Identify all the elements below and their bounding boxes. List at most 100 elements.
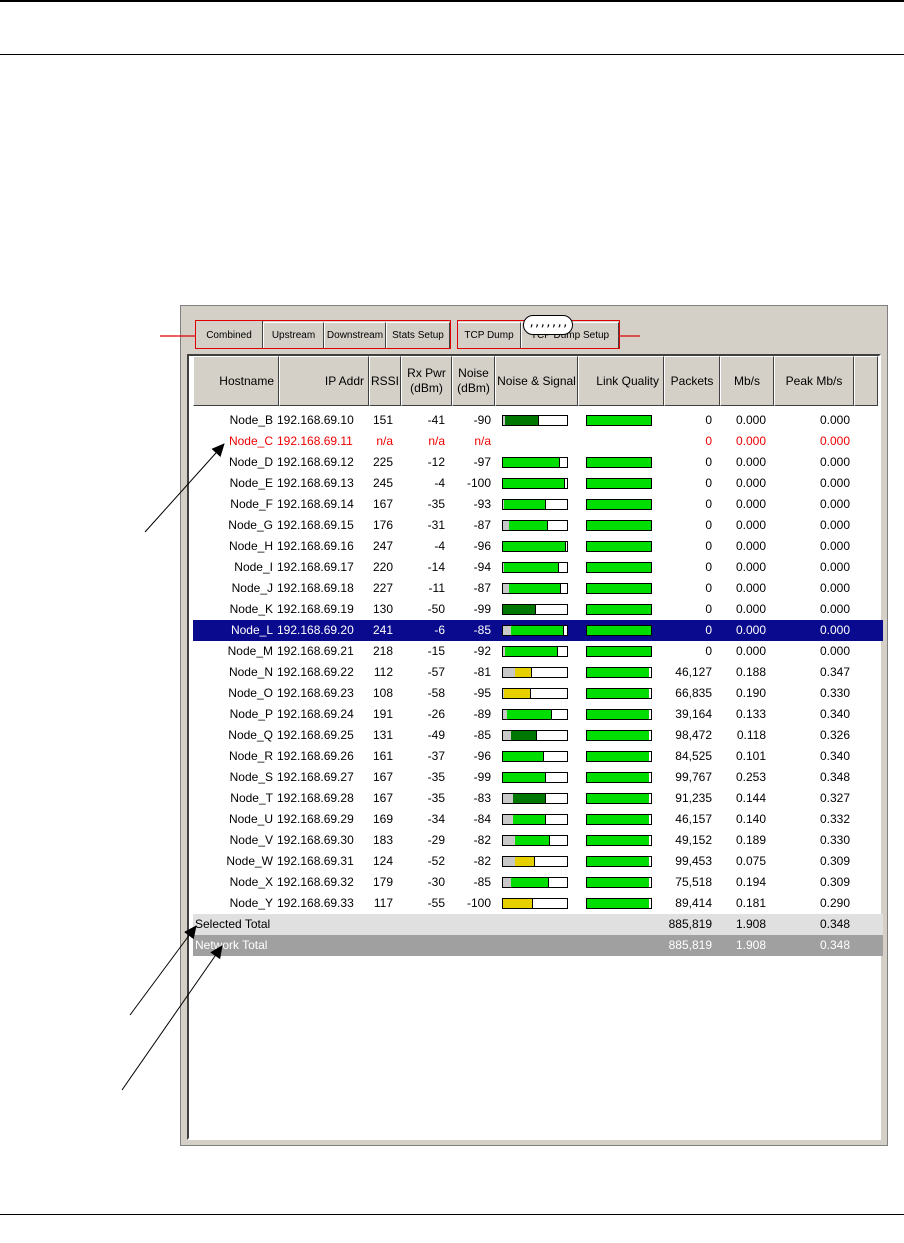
link-quality-bar bbox=[586, 646, 652, 657]
signal-fill bbox=[515, 668, 532, 677]
table-row[interactable]: Node_M 192.168.69.21 218 -15 -92 0 0.000 0.000 bbox=[193, 641, 883, 662]
column-header-rx-pwr[interactable]: Rx Pwr (dBm) bbox=[401, 356, 452, 406]
header-rule bbox=[0, 54, 904, 55]
table-row[interactable]: Node_P 192.168.69.24 191 -26 -89 39,164 0.133 0… bbox=[193, 704, 883, 725]
cell-mbs: 0.194 bbox=[735, 875, 766, 889]
cell-noise: -96 bbox=[473, 539, 491, 553]
cell-noise: -90 bbox=[473, 413, 491, 427]
stats-grid: Hostname IP Addr RSSI Rx Pwr (dBm) Noise… bbox=[187, 354, 883, 1140]
cell-hostname: Node_S bbox=[229, 770, 273, 784]
table-row[interactable]: Node_U 192.168.69.29 169 -34 -84 46,157 0.140 0… bbox=[193, 809, 883, 830]
table-row[interactable]: Node_S 192.168.69.27 167 -35 -99 99,767 0.253 0… bbox=[193, 767, 883, 788]
column-header-rssi[interactable]: RSSI bbox=[369, 356, 401, 406]
cell-mbs: 0.000 bbox=[735, 413, 766, 427]
link-quality-fill bbox=[587, 647, 651, 656]
noise-signal-bar bbox=[502, 520, 568, 531]
column-header-mbs[interactable]: Mb/s bbox=[720, 356, 774, 406]
cell-mbs: 0.000 bbox=[735, 476, 766, 490]
cell-rx-pwr: -6 bbox=[434, 623, 445, 637]
noise-signal-bar bbox=[502, 877, 568, 888]
table-row[interactable]: Node_J 192.168.69.18 227 -11 -87 0 0.000 0.000 bbox=[193, 578, 883, 599]
table-row[interactable]: Node_G 192.168.69.15 176 -31 -87 0 0.000 0.000 bbox=[193, 515, 883, 536]
column-header-link-quality[interactable]: Link Quality bbox=[578, 356, 664, 406]
cell-hostname: Node_L bbox=[230, 623, 273, 637]
link-quality-bar bbox=[586, 709, 652, 720]
cell-peak-mbs: 0.340 bbox=[819, 707, 850, 721]
cell-rx-pwr: -15 bbox=[427, 644, 445, 658]
cell-rx-pwr: -49 bbox=[427, 728, 445, 742]
cell-rx-pwr: -29 bbox=[427, 833, 445, 847]
cell-hostname: Node_Y bbox=[229, 896, 273, 910]
table-row[interactable]: Node_K 192.168.69.19 130 -50 -99 0 0.000 0.000 bbox=[193, 599, 883, 620]
link-quality-fill bbox=[587, 626, 651, 635]
cell-mbs: 0.118 bbox=[736, 728, 766, 742]
table-row[interactable]: Node_D 192.168.69.12 225 -12 -97 0 0.000 0.000 bbox=[193, 452, 883, 473]
noise-signal-bar bbox=[502, 541, 568, 552]
cell-packets: 89,414 bbox=[675, 896, 712, 910]
cell-hostname: Node_X bbox=[229, 875, 273, 889]
cell-noise: -84 bbox=[473, 812, 491, 826]
table-row[interactable]: Node_F 192.168.69.14 167 -35 -93 0 0.000 0.000 bbox=[193, 494, 883, 515]
total-label: Selected Total bbox=[195, 917, 271, 931]
cell-mbs: 0.000 bbox=[735, 644, 766, 658]
table-row[interactable]: Node_V 192.168.69.30 183 -29 -82 49,152 0.189 0… bbox=[193, 830, 883, 851]
cell-noise: -85 bbox=[473, 728, 491, 742]
cell-packets: 0 bbox=[705, 623, 712, 637]
table-row[interactable]: Node_I 192.168.69.17 220 -14 -94 0 0.000 0.000 bbox=[193, 557, 883, 578]
link-quality-fill bbox=[587, 416, 651, 425]
cell-packets: 99,767 bbox=[675, 770, 712, 784]
cell-ip-addr: 192.168.69.17 bbox=[277, 560, 354, 574]
cell-peak-mbs: 0.000 bbox=[819, 581, 850, 595]
table-row[interactable]: Node_R 192.168.69.26 161 -37 -96 84,525 0.101 0… bbox=[193, 746, 883, 767]
table-row[interactable]: Node_H 192.168.69.16 247 -4 -96 0 0.000 0.000 bbox=[193, 536, 883, 557]
table-row[interactable]: Node_C 192.168.69.11 n/a n/a n/a 0 0.000 0.000 bbox=[193, 431, 883, 452]
cell-ip-addr: 192.168.69.19 bbox=[277, 602, 354, 616]
cell-peak-mbs: 0.309 bbox=[819, 875, 850, 889]
table-row[interactable]: Node_N 192.168.69.22 112 -57 -81 46,127 0.188 0… bbox=[193, 662, 883, 683]
cell-peak-mbs: 0.309 bbox=[819, 854, 850, 868]
noise-signal-bar bbox=[502, 898, 568, 909]
cell-rssi: 167 bbox=[372, 497, 393, 511]
cell-ip-addr: 192.168.69.33 bbox=[277, 896, 354, 910]
table-row[interactable]: Node_W 192.168.69.31 124 -52 -82 99,453 0.075 0… bbox=[193, 851, 883, 872]
cell-packets: 0 bbox=[705, 476, 712, 490]
table-row[interactable]: Node_X 192.168.69.32 179 -30 -85 75,518 0.194 0… bbox=[193, 872, 883, 893]
column-header-peak-mbs[interactable]: Peak Mb/s bbox=[774, 356, 854, 406]
column-header-ip-addr[interactable]: IP Addr bbox=[279, 356, 369, 406]
noise-signal-bar bbox=[502, 814, 568, 825]
table-row[interactable]: Node_Y 192.168.69.33 117 -55 -100 89,414 0.181… bbox=[193, 893, 883, 914]
cell-hostname: Node_F bbox=[230, 497, 273, 511]
grip-handle[interactable]: ,,,,,,, bbox=[523, 315, 573, 335]
column-header-hostname[interactable]: Hostname bbox=[193, 356, 279, 406]
cell-peak-mbs: 0.347 bbox=[819, 665, 850, 679]
noise-fill bbox=[503, 836, 515, 845]
cell-rx-pwr: -35 bbox=[427, 497, 445, 511]
cell-hostname: Node_Q bbox=[228, 728, 273, 742]
total-peak-mbs: 0.348 bbox=[819, 938, 850, 952]
column-header-noise-signal[interactable]: Noise & Signal bbox=[495, 356, 578, 406]
link-quality-bar bbox=[586, 520, 652, 531]
noise-fill bbox=[503, 857, 515, 866]
cell-ip-addr: 192.168.69.13 bbox=[277, 476, 354, 490]
cell-rssi: 241 bbox=[372, 623, 393, 637]
link-quality-fill bbox=[587, 899, 649, 908]
link-quality-bar bbox=[586, 562, 652, 573]
table-row[interactable]: Node_O 192.168.69.23 108 -58 -95 66,835 0.190 0… bbox=[193, 683, 883, 704]
table-row[interactable]: Node_Q 192.168.69.25 131 -49 -85 98,472 0.118 0… bbox=[193, 725, 883, 746]
cell-hostname: Node_J bbox=[231, 581, 273, 595]
column-header-noise[interactable]: Noise (dBm) bbox=[452, 356, 495, 406]
cell-mbs: 0.253 bbox=[735, 770, 766, 784]
table-row[interactable]: Node_L 192.168.69.20 241 -6 -85 0 0.000 0.000 bbox=[193, 620, 883, 641]
table-row[interactable]: Node_B 192.168.69.10 151 -41 -90 0 0.000 0.000 bbox=[193, 410, 883, 431]
signal-fill bbox=[513, 794, 546, 803]
table-row[interactable]: Node_T 192.168.69.28 167 -35 -83 91,235 0.144 0… bbox=[193, 788, 883, 809]
cell-peak-mbs: 0.332 bbox=[819, 812, 850, 826]
noise-signal-bar bbox=[502, 709, 568, 720]
table-row[interactable]: Node_E 192.168.69.13 245 -4 -100 0 0.000 0.000 bbox=[193, 473, 883, 494]
cell-mbs: 0.000 bbox=[735, 602, 766, 616]
cell-rssi: 112 bbox=[373, 665, 393, 679]
cell-hostname: Node_O bbox=[228, 686, 273, 700]
column-header-packets[interactable]: Packets bbox=[664, 356, 720, 406]
signal-fill bbox=[503, 752, 544, 761]
total-packets: 885,819 bbox=[668, 917, 712, 931]
